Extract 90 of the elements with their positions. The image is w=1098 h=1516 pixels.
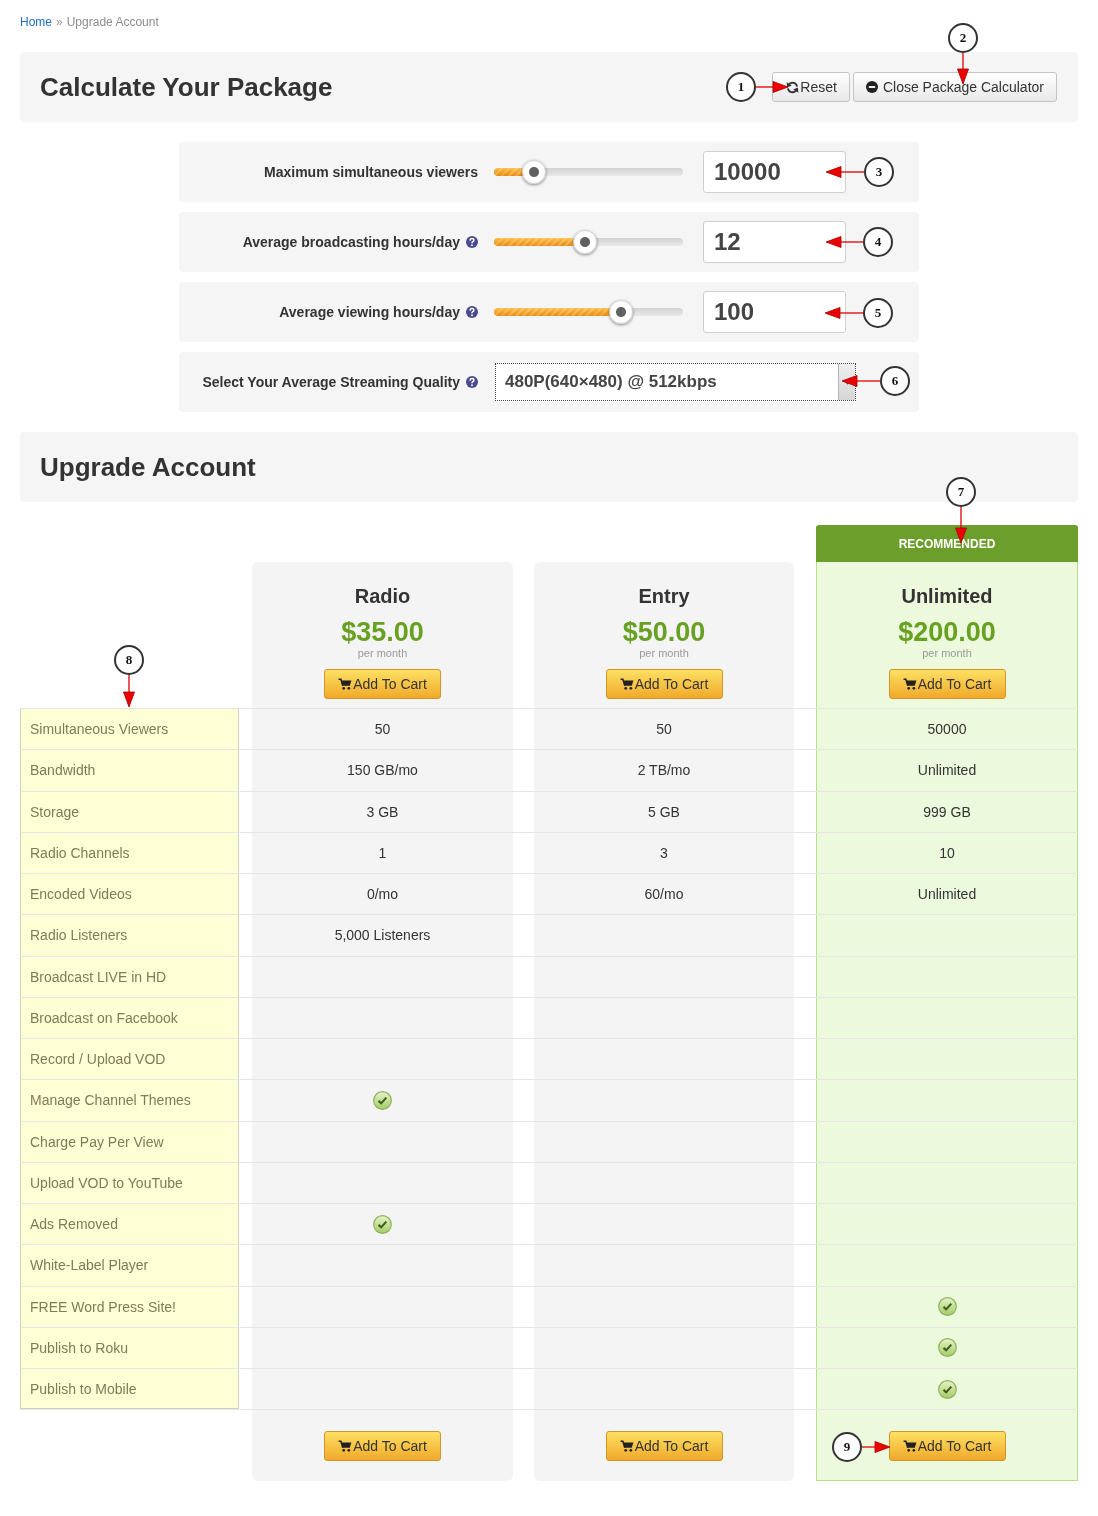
cart-icon <box>338 678 353 690</box>
table-cell: 5 GB <box>534 791 794 832</box>
help-icon[interactable] <box>466 306 478 318</box>
add-to-cart-button[interactable]: Add To Cart <box>888 669 1006 699</box>
feature-label: Radio Channels <box>20 832 239 873</box>
price-period: per month <box>639 647 689 659</box>
slider-thumb[interactable] <box>572 230 597 254</box>
section-title: Upgrade Account <box>40 451 256 483</box>
feature-label: Ads Removed <box>20 1204 239 1245</box>
table-cell: 3 <box>534 832 794 873</box>
table-cell: 50 <box>252 709 513 750</box>
feature-label: Broadcast on Facebook <box>20 997 239 1038</box>
cart-icon <box>902 678 917 690</box>
table-cell: 3 GB <box>252 791 513 832</box>
help-icon[interactable] <box>466 376 478 388</box>
cart-icon <box>902 1440 917 1453</box>
feature-label: Bandwidth <box>20 750 239 791</box>
feature-label: Broadcast LIVE in HD <box>20 956 239 997</box>
callout-arrow <box>842 375 880 387</box>
breadcrumb-link[interactable]: Home <box>20 14 52 30</box>
feature-label: Publish to Roku <box>20 1327 239 1368</box>
table-cell: 50000 <box>816 709 1078 750</box>
feature-label: Charge Pay Per View <box>20 1121 239 1162</box>
slider-track[interactable] <box>494 160 683 184</box>
add-to-cart-button[interactable]: Add To Cart <box>324 1431 441 1462</box>
number-field[interactable]: 10000 <box>703 151 846 193</box>
table-cell: 150 GB/mo <box>252 750 513 791</box>
add-to-cart-button[interactable]: Add To Cart <box>888 1431 1006 1462</box>
table-cell: 50 <box>534 709 794 750</box>
cart-icon <box>619 678 634 690</box>
table-cell: 60/mo <box>534 874 794 915</box>
cart-icon <box>338 1440 353 1453</box>
callout-arrow <box>123 675 135 707</box>
feature-label: Storage <box>20 791 239 832</box>
field-label: Average broadcasting hours/day <box>242 234 460 250</box>
add-to-cart-button[interactable]: Add To Cart <box>605 1431 723 1462</box>
feature-label: Upload VOD to YouTube <box>20 1162 239 1203</box>
help-icon[interactable] <box>466 236 478 248</box>
plan-name: Radio <box>354 584 411 608</box>
plan-price: $35.00 <box>341 617 424 647</box>
number-field[interactable]: 100 <box>703 291 846 333</box>
slider-thumb[interactable] <box>608 300 633 324</box>
table-cell: 0/mo <box>252 874 513 915</box>
feature-label: Manage Channel Themes <box>20 1080 239 1121</box>
feature-label: Record / Upload VOD <box>20 1039 239 1080</box>
callout-arrow <box>826 166 864 178</box>
recommended-badge: RECOMMENDED <box>816 525 1078 562</box>
number-field[interactable]: 12 <box>703 221 846 263</box>
quality-select[interactable]: 480P(640×480) @ 512kbps <box>495 363 856 401</box>
breadcrumb-separator: » <box>56 14 63 30</box>
table-cell: Unlimited <box>816 874 1078 915</box>
slider-track[interactable] <box>494 300 683 324</box>
callout-arrow <box>825 307 863 319</box>
slider-track[interactable] <box>494 230 683 254</box>
price-period: per month <box>357 647 408 659</box>
cart-icon <box>619 1440 634 1453</box>
field-label: Select Your Average Streaming Quality <box>202 374 460 390</box>
reset-button[interactable]: Reset <box>772 72 850 102</box>
callout-arrow <box>862 1441 890 1453</box>
breadcrumb-current-page: Upgrade Account <box>66 14 159 30</box>
table-cell: Unlimited <box>816 750 1078 791</box>
price-period: per month <box>922 647 972 659</box>
callout-number: 2 <box>948 23 978 53</box>
table-cell: 2 TB/mo <box>534 750 794 791</box>
add-to-cart-button[interactable]: Add To Cart <box>605 669 723 699</box>
field-label: Maximum simultaneous viewers <box>264 164 478 180</box>
table-cell: 10 <box>816 832 1078 873</box>
table-cell: 999 GB <box>816 791 1078 832</box>
plan-name: Unlimited <box>901 584 993 608</box>
feature-label: White-Label Player <box>20 1245 239 1286</box>
field-label: Average viewing hours/day <box>279 304 460 320</box>
feature-label: FREE Word Press Site! <box>20 1286 239 1327</box>
refresh-icon <box>786 80 800 94</box>
feature-label: Publish to Mobile <box>20 1369 239 1410</box>
callout-number: 8 <box>114 645 144 675</box>
feature-label: Simultaneous Viewers <box>20 709 239 750</box>
slider-thumb[interactable] <box>521 160 546 184</box>
callout-arrow <box>756 81 788 93</box>
close-button[interactable]: Close Package Calculator <box>852 72 1057 102</box>
callout-arrow <box>826 236 863 248</box>
section-title: Calculate Your Package <box>40 71 333 103</box>
feature-label: Encoded Videos <box>20 874 239 915</box>
add-to-cart-button[interactable]: Add To Cart <box>324 669 441 699</box>
plan-price: $50.00 <box>622 617 706 647</box>
table-cell: 1 <box>252 832 513 873</box>
plan-name: Entry <box>638 584 690 608</box>
plan-price: $200.00 <box>898 617 996 647</box>
minus-circle-icon <box>865 81 878 93</box>
table-cell: 5,000 Listeners <box>252 915 513 956</box>
feature-label: Radio Listeners <box>20 915 239 956</box>
